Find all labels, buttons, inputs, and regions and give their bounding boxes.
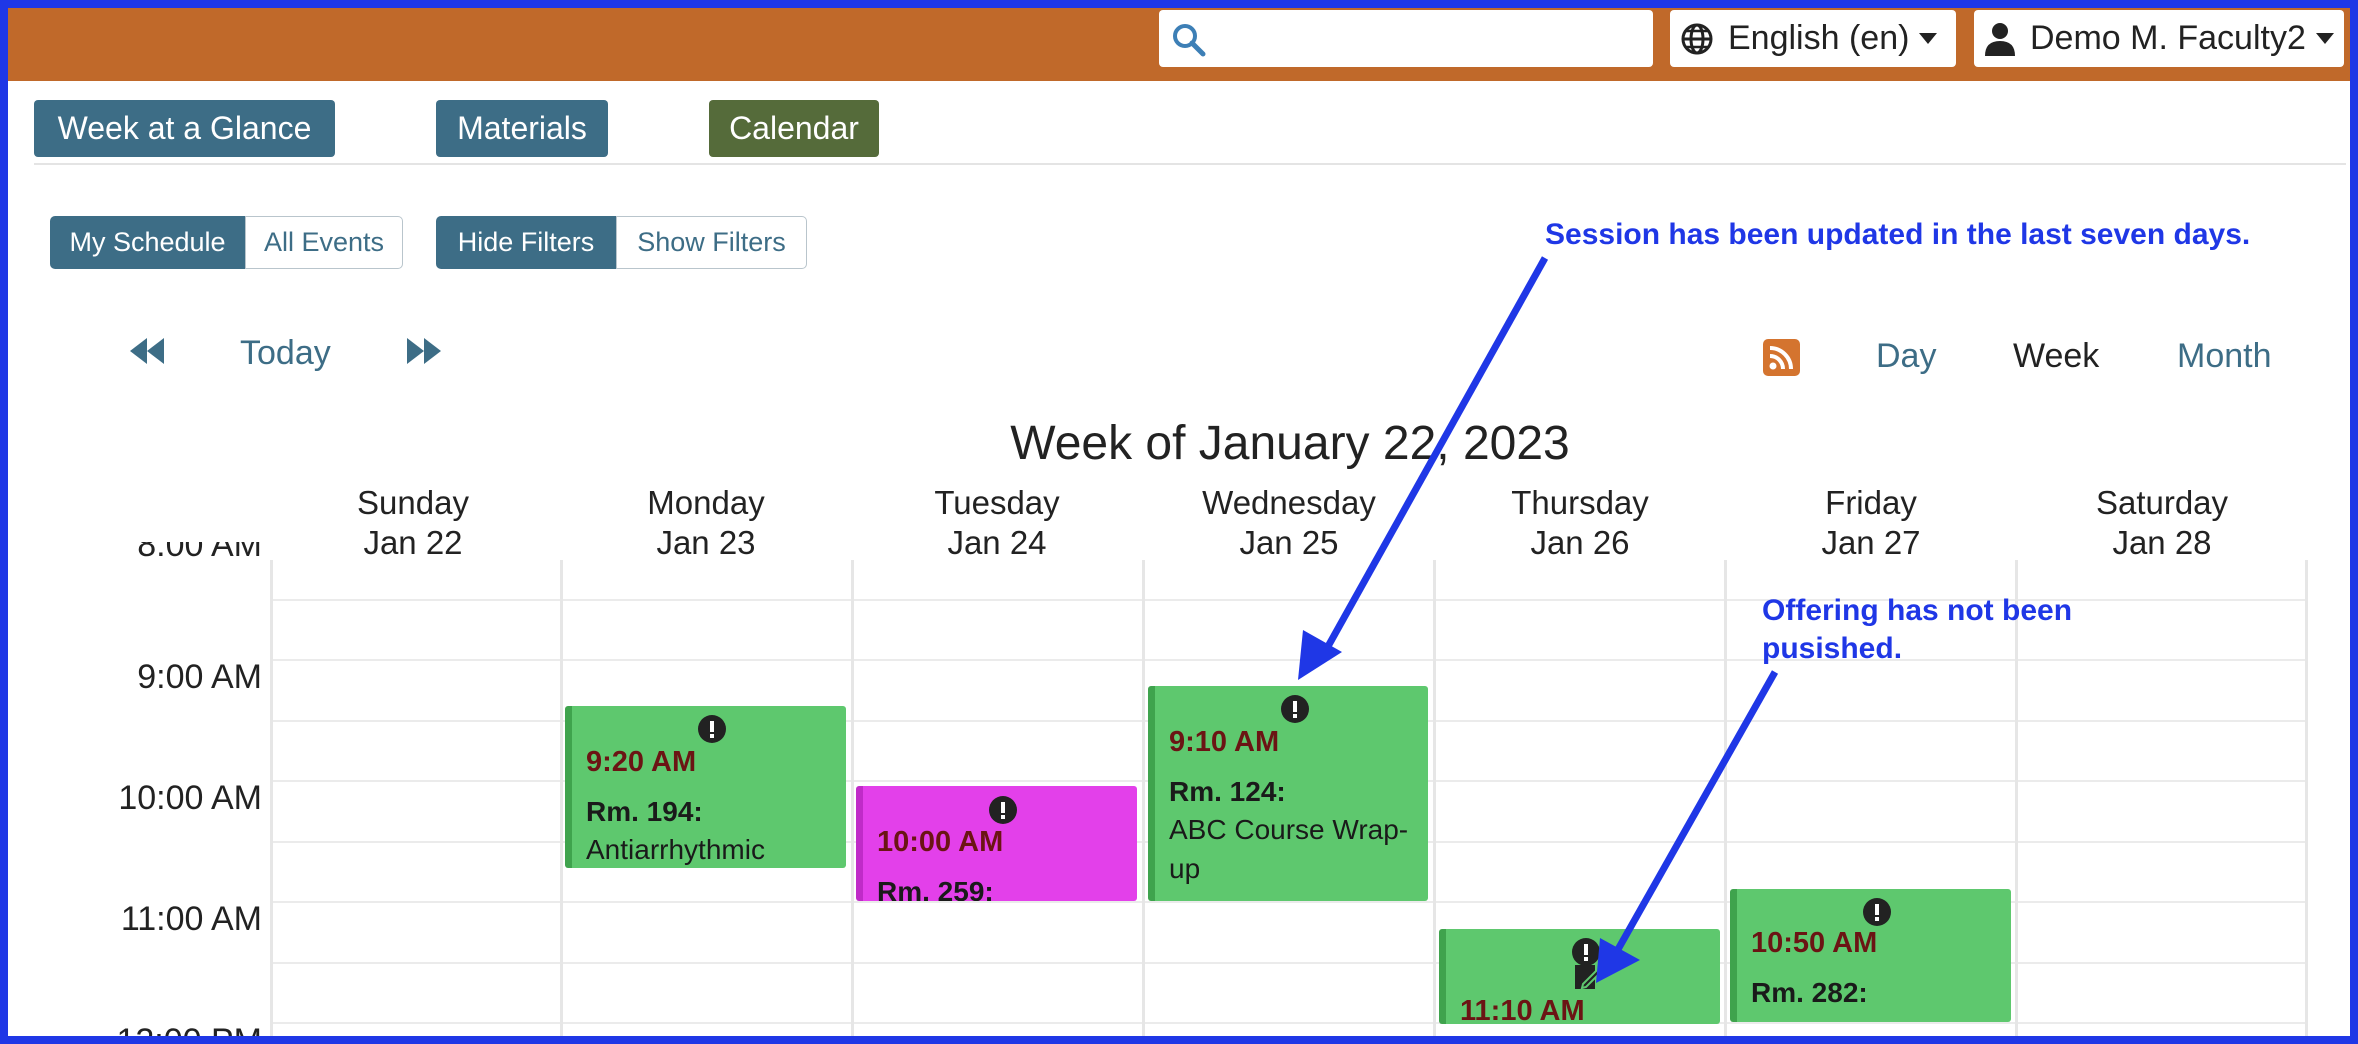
fast-forward-icon	[407, 338, 441, 364]
time-label: 12:00 PM	[62, 1022, 262, 1036]
user-name: Demo M. Faculty2	[2030, 19, 2306, 57]
annotation-offering-not-published: Offering has not been pusished.	[1762, 594, 2073, 665]
next-week-button[interactable]	[405, 336, 443, 375]
alert-icon	[1863, 898, 1891, 926]
event-friday[interactable]: 10:50 AM Rm. 282:	[1730, 889, 2011, 1022]
filters-toggle: Hide Filters Show Filters	[436, 216, 807, 269]
day-header-tuesday: Tuesday Jan 24	[852, 483, 1142, 563]
time-label: 10:00 AM	[118, 779, 262, 817]
day-date: Jan 24	[947, 524, 1047, 561]
rewind-icon	[130, 338, 164, 364]
event-wednesday[interactable]: 9:10 AM Rm. 124: ABC Course Wrap- up	[1148, 686, 1428, 901]
search-icon[interactable]	[1171, 22, 1207, 58]
day-name: Wednesday	[1202, 484, 1376, 521]
time-label: 9:00 AM	[137, 658, 262, 696]
alert-icon	[698, 715, 726, 743]
hide-filters-button[interactable]: Hide Filters	[436, 216, 616, 269]
materials-button[interactable]: Materials	[436, 100, 608, 157]
event-room: Rm. 259:	[877, 876, 994, 901]
day-header-thursday: Thursday Jan 26	[1435, 483, 1725, 563]
time-label: 11:00 AM	[120, 900, 262, 938]
event-title: Antiarrhythmic	[586, 834, 765, 865]
edit-icon	[1575, 965, 1603, 990]
divider	[34, 163, 2346, 165]
user-dropdown[interactable]: Demo M. Faculty2	[1974, 10, 2344, 67]
event-time: 9:20 AM	[586, 746, 697, 778]
day-name: Friday	[1825, 484, 1917, 521]
grid-column-line	[1724, 560, 1727, 1044]
time-label: 8:00 AM	[137, 542, 262, 564]
day-view-button[interactable]: Day	[1876, 337, 1936, 376]
grid-column-line	[2305, 560, 2308, 1044]
day-date: Jan 27	[1821, 524, 1921, 561]
day-header-sunday: Sunday Jan 22	[268, 483, 558, 563]
language-label: English (en)	[1728, 19, 1910, 57]
top-bar: English (en) Demo M. Faculty2	[0, 0, 2358, 81]
previous-week-button[interactable]	[128, 336, 166, 375]
day-header-monday: Monday Jan 23	[561, 483, 851, 563]
day-name: Saturday	[2095, 484, 2229, 521]
grid-column-line	[1142, 560, 1145, 1044]
grid-line	[270, 1022, 2308, 1024]
month-view-button[interactable]: Month	[2177, 337, 2272, 376]
week-view-button[interactable]: Week	[2013, 337, 2099, 376]
alert-icon	[989, 796, 1017, 824]
day-name: Sunday	[357, 484, 469, 521]
all-events-button[interactable]: All Events	[245, 216, 403, 269]
week-title: Week of January 22, 2023	[1010, 417, 1570, 470]
week-at-a-glance-button[interactable]: Week at a Glance	[34, 100, 335, 157]
day-header-friday: Friday Jan 27	[1726, 483, 2016, 563]
day-date: Jan 22	[363, 524, 463, 561]
my-schedule-button[interactable]: My Schedule	[50, 216, 245, 269]
user-icon	[1985, 22, 2015, 56]
day-date: Jan 23	[656, 524, 756, 561]
day-date: Jan 28	[2112, 524, 2212, 561]
today-button[interactable]: Today	[240, 334, 331, 373]
show-filters-button[interactable]: Show Filters	[616, 216, 807, 269]
grid-column-line	[270, 560, 273, 1044]
event-time: 10:50 AM	[1751, 927, 1878, 959]
alert-icon	[1281, 695, 1309, 723]
grid-column-line	[560, 560, 563, 1044]
chevron-down-icon	[2315, 33, 2334, 44]
event-room: Rm. 124:	[1169, 776, 1286, 807]
event-room: Rm. 194:	[586, 796, 703, 827]
calendar-button[interactable]: Calendar	[709, 100, 879, 157]
search-input[interactable]	[1219, 18, 1639, 58]
grid-column-line	[1433, 560, 1436, 1044]
event-monday[interactable]: 9:20 AM Rm. 194: Antiarrhythmic	[565, 706, 846, 868]
language-dropdown[interactable]: English (en)	[1670, 10, 1956, 67]
search-box[interactable]	[1159, 10, 1653, 67]
day-name: Tuesday	[934, 484, 1060, 521]
day-header-wednesday: Wednesday Jan 25	[1144, 483, 1434, 563]
day-date: Jan 25	[1239, 524, 1339, 561]
annotation-session-updated: Session has been updated in the last sev…	[1545, 218, 2251, 251]
day-date: Jan 26	[1530, 524, 1630, 561]
chevron-down-icon	[1919, 33, 1938, 44]
event-thursday[interactable]: 11:10 AM	[1439, 929, 1720, 1024]
grid-column-line	[851, 560, 854, 1044]
event-time: 11:10 AM	[1460, 995, 1585, 1024]
event-room: Rm. 282:	[1751, 977, 1868, 1008]
event-title: ABC Course Wrap- up	[1169, 814, 1409, 884]
event-tuesday[interactable]: 10:00 AM Rm. 259:	[856, 786, 1137, 901]
day-header-saturday: Saturday Jan 28	[2017, 483, 2307, 563]
event-time: 10:00 AM	[877, 826, 1004, 858]
globe-icon	[1681, 23, 1713, 54]
day-name: Thursday	[1511, 484, 1649, 521]
rss-icon[interactable]	[1763, 339, 1800, 376]
day-name: Monday	[647, 484, 765, 521]
event-time: 9:10 AM	[1169, 726, 1280, 758]
schedule-toggle: My Schedule All Events	[50, 216, 403, 269]
